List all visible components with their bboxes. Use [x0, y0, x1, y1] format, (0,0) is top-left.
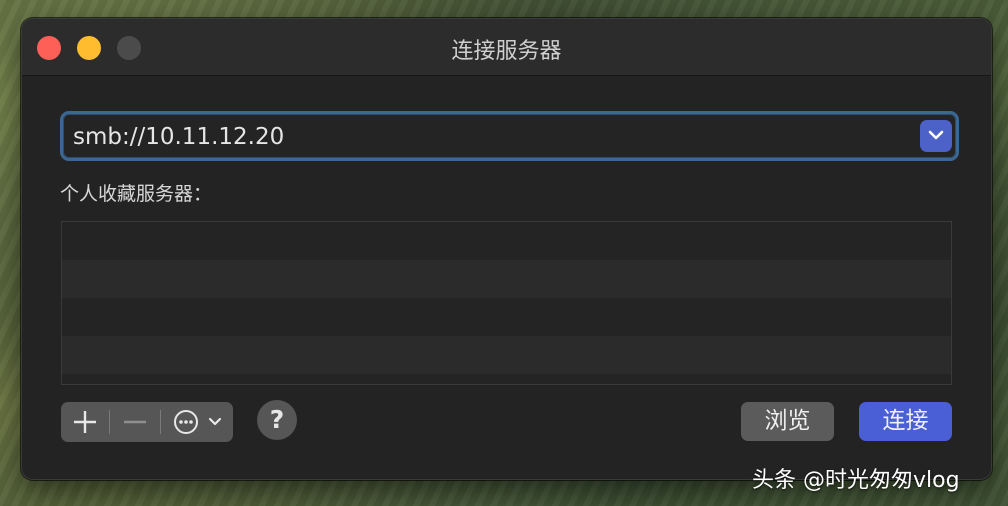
more-actions-button[interactable] [161, 402, 233, 442]
history-dropdown-button[interactable] [920, 120, 952, 152]
favorite-servers-list[interactable] [61, 221, 952, 385]
server-address-input[interactable] [71, 114, 905, 160]
add-favorite-button[interactable] [61, 402, 109, 442]
chevron-down-icon [928, 130, 944, 140]
plus-icon [74, 411, 96, 433]
list-row[interactable] [62, 222, 951, 260]
favorites-toolbar [61, 402, 233, 442]
list-row[interactable] [62, 260, 951, 298]
connect-button[interactable]: 连接 [859, 402, 952, 441]
server-address-combobox[interactable] [60, 111, 959, 161]
list-row[interactable] [62, 336, 951, 374]
favorite-servers-label: 个人收藏服务器： [60, 183, 213, 205]
watermark-credit: 头条 @时光匆匆vlog [752, 468, 960, 493]
help-button[interactable]: ? [257, 400, 297, 440]
list-row[interactable] [62, 298, 951, 336]
connect-to-server-window: 连接服务器 个人收藏服务器： [21, 18, 992, 480]
title-bar: 连接服务器 [22, 19, 991, 76]
ellipsis-circle-icon [174, 410, 222, 434]
browse-button[interactable]: 浏览 [741, 402, 834, 441]
window-title: 连接服务器 [451, 39, 562, 64]
minus-icon [124, 420, 146, 424]
remove-favorite-button[interactable] [110, 402, 160, 442]
